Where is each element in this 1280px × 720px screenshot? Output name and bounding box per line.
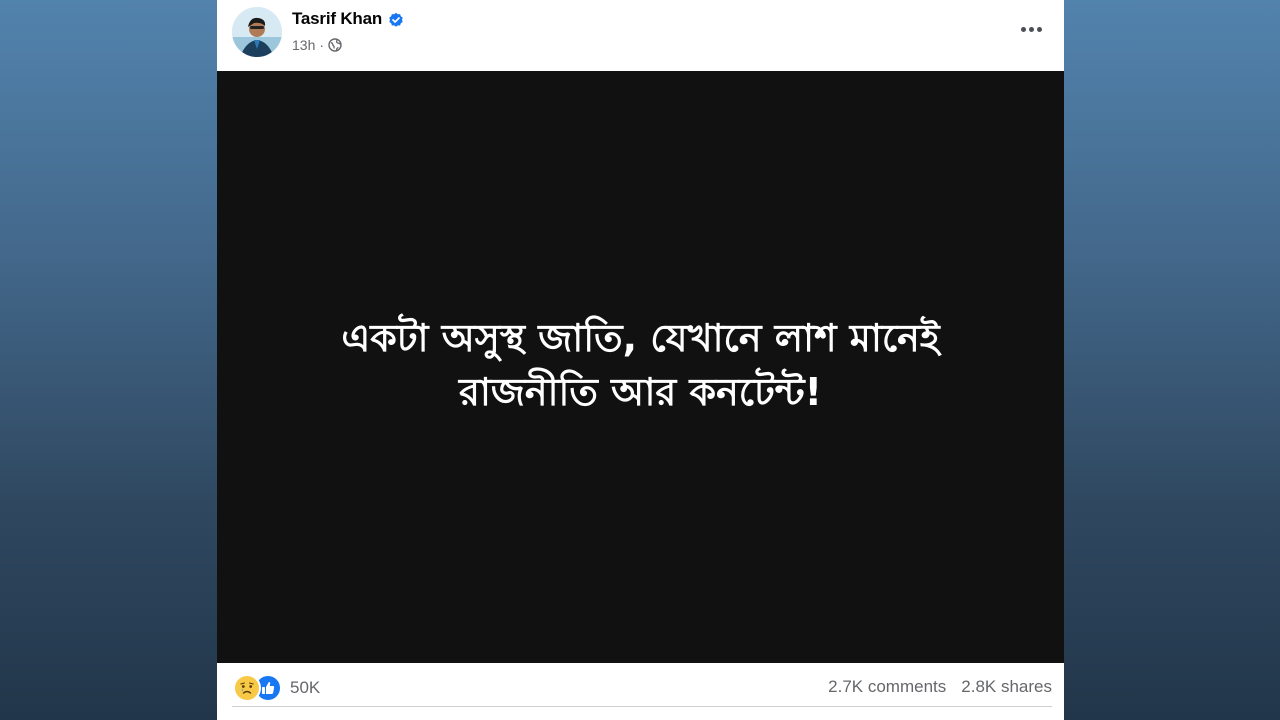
more-options-icon[interactable] <box>1016 14 1046 44</box>
more-dot <box>1036 26 1042 32</box>
shares-count[interactable]: 2.8K shares <box>961 677 1052 697</box>
more-dot <box>1028 26 1034 32</box>
engagement-counts: 2.7K comments 2.8K shares <box>828 677 1052 697</box>
post-stats-bar: 50K 2.7K comments 2.8K shares <box>217 663 1064 709</box>
post-timestamp[interactable]: 13h <box>292 37 315 53</box>
more-dot <box>1020 26 1026 32</box>
post-image-text: একটা অসুস্থ জাতি, যেখানে লাশ মানেই রাজনী… <box>271 311 1011 419</box>
post-image-text-line-2: রাজনীতি আর কনটেন্ট! <box>458 370 822 414</box>
comments-count[interactable]: 2.7K comments <box>828 677 946 697</box>
reaction-count: 50K <box>290 678 321 697</box>
post-image[interactable]: একটা অসুস্থ জাতি, যেখানে লাশ মানেই রাজনী… <box>217 71 1064 663</box>
author-name[interactable]: Tasrif Khan <box>292 9 382 29</box>
post-card: Tasrif Khan 13h · একটা অসুস্থ জাতি, যেখা… <box>217 0 1064 720</box>
verified-badge-icon <box>388 12 404 28</box>
divider <box>232 706 1052 707</box>
globe-icon <box>328 38 342 52</box>
post-image-text-line-1: একটা অসুস্থ জাতি, যেখানে লাশ মানেই <box>341 316 940 360</box>
sad-reaction-icon <box>233 674 261 702</box>
author-row: Tasrif Khan <box>292 9 404 29</box>
meta-separator: · <box>319 37 325 53</box>
post-meta: 13h · <box>292 37 342 53</box>
post-header: Tasrif Khan 13h · <box>217 0 1064 71</box>
reactions-summary[interactable]: 50K <box>233 674 320 702</box>
avatar[interactable] <box>232 7 282 57</box>
